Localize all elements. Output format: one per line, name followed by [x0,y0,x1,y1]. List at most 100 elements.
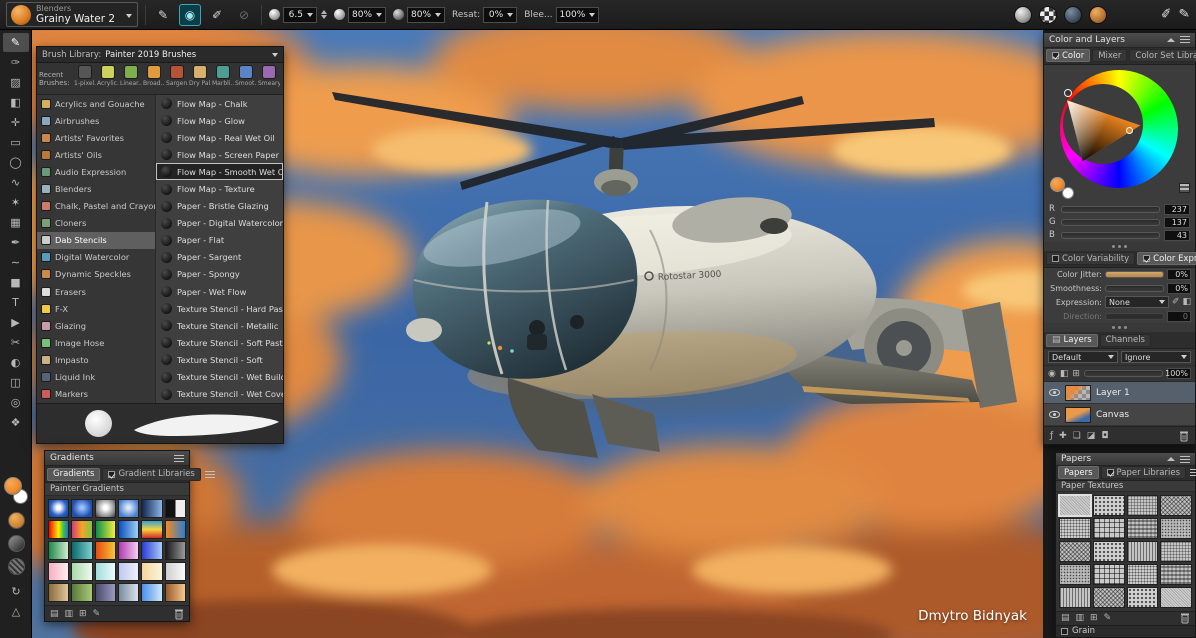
paper-icon[interactable] [1089,6,1107,24]
paper-texture-swatch[interactable] [1160,541,1192,562]
gradient-swatch[interactable] [165,499,186,518]
shape-selection-tool[interactable]: ▶ [3,313,29,332]
channel-slider[interactable] [1061,232,1160,239]
gradient-swatch[interactable] [118,499,139,518]
gradient-edit-icon[interactable]: ✎ [93,609,101,619]
paper-texture-swatch[interactable] [1160,518,1192,539]
color-layers-header[interactable]: Color and Layers [1044,33,1195,48]
color-jitter-value[interactable]: 0% [1167,269,1191,280]
gradient-swatch[interactable] [95,541,116,560]
gradient-selector[interactable] [8,535,25,552]
brush-variant-item[interactable]: Flow Map - Chalk [156,95,283,112]
paper-texture-swatch[interactable] [1160,495,1192,516]
brush-category-item[interactable]: Glazing [37,317,155,334]
brush-variant-item[interactable]: Paper - Sargent [156,249,283,266]
brush-variant-item[interactable]: Flow Map - Real Wet Oil [156,129,283,146]
brush-category-item[interactable]: Digital Watercolor [37,249,155,266]
gradient-swatch[interactable] [95,562,116,581]
layer-row[interactable]: Layer 1 [1044,382,1195,404]
text-tool[interactable]: T [3,293,29,312]
tab-color-expression[interactable]: Color Expression [1137,252,1196,265]
gradient-swatch[interactable] [71,520,92,539]
pattern-selector[interactable] [8,558,25,575]
chevron-down-icon[interactable] [435,13,441,17]
bleed-input[interactable]: 100% [556,7,600,23]
color-jitter-slider[interactable] [1105,271,1164,278]
paper-texture-swatch[interactable] [1059,541,1091,562]
texture-icon[interactable] [1064,6,1082,24]
layer-group-icon[interactable]: ❏ [1073,431,1081,441]
brush-library-header[interactable]: Brush Library: Painter 2019 Brushes [37,47,283,63]
paper-texture-swatch[interactable] [1059,587,1091,608]
eraser-tool[interactable]: ▨ [3,73,29,92]
main-color-swatch[interactable] [4,477,22,495]
gradient-swatch[interactable] [141,499,162,518]
brush-variant-item[interactable]: Texture Stencil - Hard Pastel [156,300,283,317]
gradient-swatch[interactable] [141,562,162,581]
smoothness-value[interactable]: 0% [1167,283,1191,294]
tab-papers[interactable]: Papers [1058,466,1099,479]
pickup-underlying-icon[interactable]: ◉ [1048,369,1056,379]
composite-depth-select[interactable]: Ignore [1121,351,1191,363]
gradient-swatch[interactable] [48,583,69,602]
chevron-down-icon[interactable] [589,13,595,17]
grain-input[interactable]: 80% [407,7,445,23]
brush-category-item[interactable]: F-X [37,300,155,317]
brush-variant-item[interactable]: Paper - Wet Flow [156,283,283,300]
opacity-input[interactable]: 80% [348,7,386,23]
paint-bucket-tool[interactable]: ◧ [3,93,29,112]
brush-category-item[interactable]: Image Hose [37,334,155,351]
brush-category-item[interactable]: Markers [37,386,155,403]
menu-icon[interactable] [1180,36,1190,43]
brush-variant-item[interactable]: Texture Stencil - Soft Pastel [156,334,283,351]
brush-category-item[interactable]: Blenders [37,180,155,197]
brush-variant-item[interactable]: Flow Map - Texture [156,180,283,197]
panel-expander[interactable] [1044,242,1195,251]
recent-brush-item[interactable]: Acrylic... [97,65,119,87]
expression-pen-icon[interactable]: ✐ [1172,297,1180,307]
clone-color-icon[interactable] [1014,6,1032,24]
paper-texture-swatch[interactable] [1127,587,1159,608]
preserve-transparency-icon[interactable]: ◧ [1060,369,1069,379]
layer-opacity-slider[interactable] [1084,370,1163,377]
menu-icon[interactable] [205,471,215,478]
paper-texture-swatch[interactable] [1127,564,1159,585]
grabber-tool[interactable]: ❖ [3,413,29,432]
tab-channels[interactable]: Channels [1100,334,1151,347]
chevron-down-icon[interactable] [272,53,278,57]
tab-color[interactable]: Color [1046,49,1090,62]
stroke-preview-icon[interactable]: ✐ [207,5,227,25]
gradient-swatch[interactable] [48,562,69,581]
gradient-swatch[interactable] [165,562,186,581]
chevron-down-icon[interactable] [307,13,313,17]
layer-opacity-value[interactable]: 100% [1167,368,1191,379]
gradient-swatch[interactable] [48,520,69,539]
paper-texture-swatch[interactable] [1127,541,1159,562]
tab-layers[interactable]: ▤ Layers [1046,334,1098,347]
tab-gradients[interactable]: Gradients [47,468,100,481]
paper-texture-swatch[interactable] [1093,564,1125,585]
brush-tool[interactable]: ✎ [3,33,29,52]
channel-value[interactable]: 237 [1164,204,1190,215]
brush-category-item[interactable]: Artists' Favorites [37,129,155,146]
brush-category-item[interactable]: Dynamic Speckles [37,266,155,283]
main-color-swatch[interactable] [1050,177,1065,192]
brush-variant-item[interactable]: Texture Stencil - Metallic [156,317,283,334]
brush-category-item[interactable]: Cloners [37,215,155,232]
size-input[interactable]: 6.5 [283,7,317,23]
brush-variant-item[interactable]: Flow Map - Smooth Wet Oil [156,163,283,180]
gradient-swatch[interactable] [141,541,162,560]
gradient-swatch[interactable] [165,520,186,539]
gradients-header[interactable]: Gradients [45,451,189,466]
gradient-library-icon[interactable]: ▥ [65,609,74,619]
gradient-swatch[interactable] [71,541,92,560]
visibility-eye-icon[interactable] [1049,411,1060,418]
channel-value[interactable]: 43 [1164,230,1190,241]
channel-value[interactable]: 137 [1164,217,1190,228]
gradient-swatch[interactable] [118,583,139,602]
papers-header[interactable]: Papers [1056,453,1195,466]
paper-texture-swatch[interactable] [1059,518,1091,539]
paper-texture-swatch[interactable] [1093,495,1125,516]
brush-variant-item[interactable]: Texture Stencil - Soft [156,351,283,368]
gradient-swatch[interactable] [118,520,139,539]
